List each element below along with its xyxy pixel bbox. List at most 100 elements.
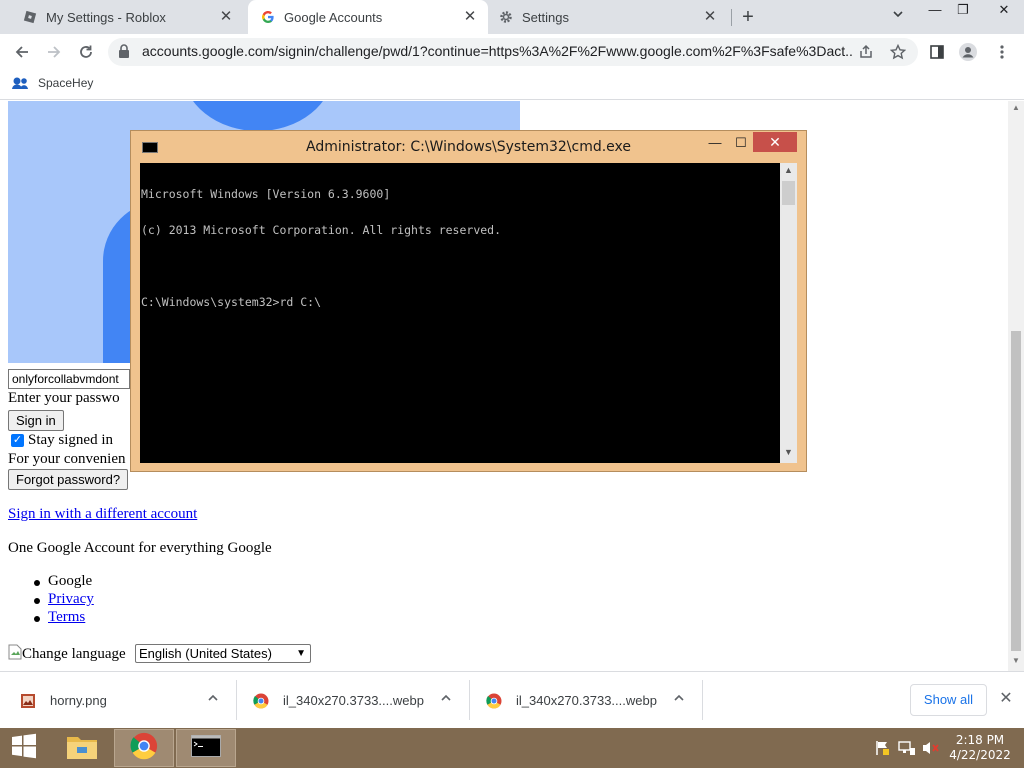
chevron-up-icon[interactable] [672,692,686,706]
forward-arrow-icon[interactable] [42,40,66,64]
taskbar-chrome[interactable] [114,729,174,767]
change-language-image: Change language [8,644,126,665]
tab-label: Settings [522,9,569,25]
bookmarks-bar: SpaceHey [0,70,1024,100]
chevron-down-icon: ▼ [296,648,306,659]
new-tab-button[interactable]: + [736,6,760,28]
browser-toolbar: accounts.google.com/signin/challenge/pwd… [0,34,1024,70]
terms-link[interactable]: Terms [48,609,85,626]
list-bullet [34,598,40,604]
roblox-icon [22,9,38,25]
cmd-window[interactable]: Administrator: C:\Windows\System32\cmd.e… [130,130,807,472]
image-file-icon [20,693,36,709]
tab-settings[interactable]: Settings ✕ [488,0,728,34]
url-text: accounts.google.com/signin/challenge/pwd… [142,43,852,59]
footer-item-google: Google [48,573,93,589]
lock-icon[interactable] [118,44,132,60]
chrome-menu-icon[interactable] [992,42,1012,62]
enter-password-label: Enter your passwo [8,390,120,406]
console-output[interactable]: Microsoft Windows [Version 6.3.9600] (c)… [140,163,780,463]
console-prompt-line: C:\Windows\system32>rd C:\ [141,295,322,309]
bookmark-spacehey[interactable]: SpaceHey [12,76,93,90]
tab-divider [731,9,732,26]
cmd-maximize-button[interactable]: ☐ [729,133,753,153]
console-scrollbar[interactable]: ▲ ▼ [780,163,797,463]
page-scrollbar[interactable]: ▲ ▼ [1008,101,1024,671]
chrome-icon [130,732,158,765]
tagline: One Google Account for everything Google [8,540,272,556]
tab-label: My Settings - Roblox [46,9,166,25]
reload-icon[interactable] [74,40,98,64]
scroll-down-arrow-icon[interactable]: ▼ [1008,656,1024,670]
close-downloads-bar-icon[interactable]: ✕ [997,690,1015,708]
action-center-flag-icon[interactable] [874,740,890,756]
tab-roblox-settings[interactable]: My Settings - Roblox ✕ [12,0,244,34]
taskbar-clock[interactable]: 2:18 PM 4/22/2022 [944,733,1016,763]
share-icon[interactable] [857,43,875,61]
close-tab-icon[interactable]: ✕ [702,9,718,25]
download-divider [236,680,237,720]
console-scroll-up-icon[interactable]: ▲ [780,165,797,179]
volume-muted-icon[interactable] [922,740,939,756]
address-bar[interactable]: accounts.google.com/signin/challenge/pwd… [108,38,918,66]
close-window-button[interactable]: ✕ [984,0,1024,22]
convenience-text: For your convenien [8,451,126,467]
start-button[interactable] [0,729,48,767]
show-all-downloads-button[interactable]: Show all [910,684,987,716]
download-filename: horny.png [50,693,107,708]
profile-avatar-icon[interactable] [958,42,978,62]
download-item[interactable]: il_340x270.3733....webp [253,672,465,729]
different-account-link[interactable]: Sign in with a different account [8,506,197,523]
console-scrollbar-thumb[interactable] [782,181,795,205]
browser-tab-strip: My Settings - Roblox ✕ Google Accounts ✕… [0,0,1024,34]
list-bullet [34,580,40,586]
close-tab-icon[interactable]: ✕ [462,9,478,25]
downloads-bar: horny.png il_340x270.3733....webp il_340… [0,671,1024,728]
side-panel-icon[interactable] [927,42,947,62]
chevron-up-icon[interactable] [206,692,220,706]
scrollbar-thumb[interactable] [1011,331,1021,651]
console-scroll-down-icon[interactable]: ▼ [780,447,797,461]
list-bullet [34,616,40,622]
download-divider [469,680,470,720]
download-filename: il_340x270.3733....webp [516,693,657,708]
close-tab-icon[interactable]: ✕ [218,9,234,25]
gear-icon [498,9,514,25]
privacy-link[interactable]: Privacy [48,591,94,608]
back-arrow-icon[interactable] [10,40,34,64]
console-line: (c) 2013 Microsoft Corporation. All righ… [141,223,502,237]
tab-search-chevron-icon[interactable] [888,8,908,26]
bookmark-star-icon[interactable] [889,43,907,61]
chrome-icon [486,693,502,709]
change-language-alt-text: Change language [22,646,126,662]
taskbar-file-explorer[interactable] [52,729,112,767]
cmd-icon [191,734,221,762]
stay-signed-in-label: Stay signed in [28,432,113,448]
bookmark-label: SpaceHey [38,76,94,90]
chrome-icon [253,693,269,709]
download-item[interactable]: il_340x270.3733....webp [486,672,698,729]
console-line: Microsoft Windows [Version 6.3.9600] [141,187,391,201]
email-field[interactable]: onlyforcollabvmdont [8,369,130,389]
cmd-title-bar[interactable]: Administrator: C:\Windows\System32\cmd.e… [131,131,806,163]
restore-window-button[interactable]: ❐ [946,0,980,22]
clock-date: 4/22/2022 [949,748,1011,762]
chevron-up-icon[interactable] [439,692,453,706]
windows-taskbar: 2:18 PM 4/22/2022 [0,728,1024,768]
language-select[interactable]: English (United States) ▼ [135,644,311,663]
avatar-head-shape [183,101,333,131]
forgot-password-button[interactable]: Forgot password? [8,469,129,490]
cmd-close-button[interactable]: ✕ [753,132,797,152]
tab-google-accounts[interactable]: Google Accounts ✕ [248,0,488,34]
network-icon[interactable] [898,740,915,756]
cmd-minimize-button[interactable]: — [703,133,727,153]
google-icon [260,9,276,25]
taskbar-cmd[interactable] [176,729,236,767]
language-selected-value: English (United States) [139,646,272,661]
stay-signed-in-checkbox[interactable]: ✓ [11,434,24,447]
download-filename: il_340x270.3733....webp [283,693,424,708]
sign-in-button[interactable]: Sign in [8,410,64,431]
scroll-up-arrow-icon[interactable]: ▲ [1008,103,1024,117]
download-item[interactable]: horny.png [20,672,232,729]
